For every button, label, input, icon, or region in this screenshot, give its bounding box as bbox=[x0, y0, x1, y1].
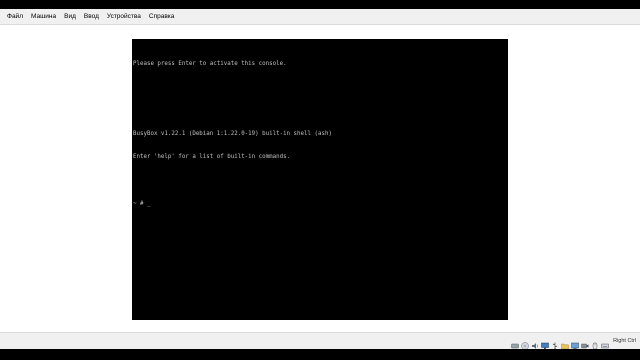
menu-view[interactable]: Вид bbox=[60, 9, 80, 25]
menu-help[interactable]: Справка bbox=[145, 9, 179, 25]
video-capture-icon[interactable] bbox=[581, 337, 589, 349]
menu-devices[interactable]: Устройства bbox=[103, 9, 145, 25]
console-line: Please press Enter to activate this cons… bbox=[133, 60, 287, 67]
network-icon[interactable] bbox=[541, 337, 549, 349]
usb-icon[interactable] bbox=[551, 337, 559, 350]
shared-folder-icon[interactable] bbox=[561, 337, 569, 350]
menu-input[interactable]: Ввод bbox=[80, 9, 103, 25]
console-line: Enter 'help' for a list of built-in comm… bbox=[133, 154, 291, 161]
console-line: BusyBox v1.22.1 (Debian 1:1.22.0-19) bui… bbox=[133, 130, 332, 137]
display-icon[interactable] bbox=[571, 337, 579, 350]
status-bar: Right Ctrl bbox=[0, 332, 640, 350]
bottom-letterbox bbox=[0, 349, 640, 360]
menu-bar: Файл Машина Вид Ввод Устройства Справка bbox=[0, 9, 640, 25]
keyboard-capture-icon[interactable] bbox=[601, 337, 610, 349]
optical-drive-icon[interactable] bbox=[521, 337, 529, 350]
menu-machine[interactable]: Машина bbox=[27, 9, 60, 25]
audio-icon[interactable] bbox=[531, 337, 539, 349]
host-key-label: Right Ctrl bbox=[613, 338, 636, 344]
menu-file[interactable]: Файл bbox=[3, 9, 27, 25]
guest-console[interactable]: Please press Enter to activate this cons… bbox=[132, 39, 508, 320]
console-prompt: ~ # _ bbox=[133, 200, 151, 207]
virtualbox-window: Файл Машина Вид Ввод Устройства Справка … bbox=[0, 0, 640, 360]
hard-disk-icon[interactable] bbox=[511, 337, 519, 349]
mouse-integration-icon[interactable] bbox=[591, 337, 599, 350]
